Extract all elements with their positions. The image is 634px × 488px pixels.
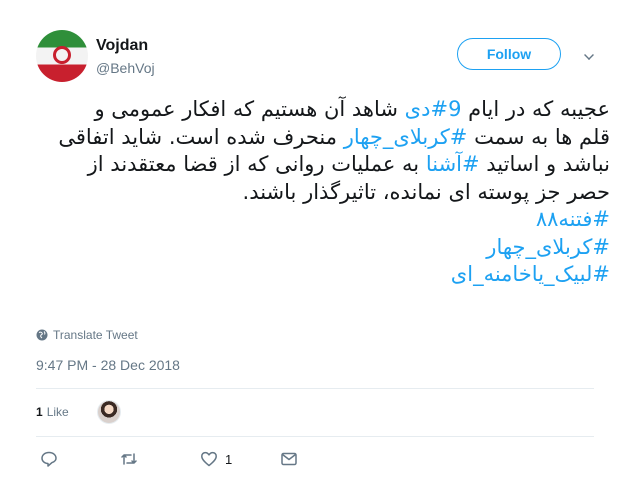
display-name[interactable]: Vojdan [96,37,148,55]
likes-count: 1 [36,405,43,419]
tweet-text: عجیبه که در ایام 9#دی شاهد آن هستیم که ا… [36,96,610,289]
tweet-text-segment: منحرف شده است. شاید اتفاقی [58,124,344,149]
heart-icon [201,451,217,467]
hashtag-link[interactable]: #لبیک_یاخامنه_ای [451,262,610,286]
like-count: 1 [225,451,233,467]
tweet-timestamp[interactable]: 9:47 PM - 28 Dec 2018 [36,357,180,373]
liker-avatar[interactable] [96,400,121,424]
likes-row[interactable]: 1 Like [36,395,121,429]
tweet-line: حصر جز پوسته ای نمانده، تاثیرگذار باشند. [36,179,610,207]
tweet-text-segment: حصر جز پوسته ای نمانده، تاثیرگذار باشند. [242,179,610,204]
caret-down-icon[interactable] [584,50,594,60]
tweet-text-segment: نباشد و اساتید [479,152,610,176]
tweet-text-segment: قلم ها به سمت [467,124,610,149]
tweet-text-segment: شاهد آن هستیم که افکار عمومی و [94,97,405,121]
divider [36,388,594,389]
tweet-line: نباشد و اساتید #آشنا به عملیات روانی که … [36,151,610,179]
tweet-text-segment: به عملیات روانی که از قضا معتقدند از [87,152,426,176]
likes-label: Like [46,405,69,419]
translate-tweet-link[interactable]: Translate Tweet [36,326,138,344]
tweet-actions: 1 [36,448,336,472]
message-icon [281,452,297,466]
hashtag-link[interactable]: #کربلای_چهار [344,125,468,149]
tweet-line: #لبیک_یاخامنه_ای [36,261,610,289]
direct-message-button[interactable] [280,448,298,470]
like-button[interactable]: 1 [200,448,232,470]
user-handle[interactable]: @BehVoj [96,60,155,76]
retweet-button[interactable] [120,448,138,470]
reply-button[interactable] [40,448,58,470]
tweet-text-segment: عجیبه که در ایام [461,97,610,121]
reply-icon [41,451,57,467]
tweet-line: #فتنه۸۸ [36,206,610,234]
globe-icon [36,329,48,341]
translate-label[interactable]: Translate Tweet [53,328,138,342]
tweet-line: قلم ها به سمت #کربلای_چهار منحرف شده است… [36,124,610,152]
retweet-icon [121,453,137,465]
tweet-line: عجیبه که در ایام 9#دی شاهد آن هستیم که ا… [36,96,610,124]
hashtag-link[interactable]: #کربلای_چهار [486,235,610,259]
user-avatar[interactable] [36,30,88,82]
hashtag-link[interactable]: #فتنه۸۸ [536,207,610,231]
tweet-header: Vojdan @BehVoj Follow [36,30,606,86]
follow-button[interactable]: Follow [457,38,561,70]
hashtag-link[interactable]: #آشنا [426,152,480,176]
divider [36,436,594,437]
tweet-line: #کربلای_چهار [36,234,610,262]
hashtag-link[interactable]: 9#دی [405,97,462,121]
flag-emblem [53,46,71,64]
